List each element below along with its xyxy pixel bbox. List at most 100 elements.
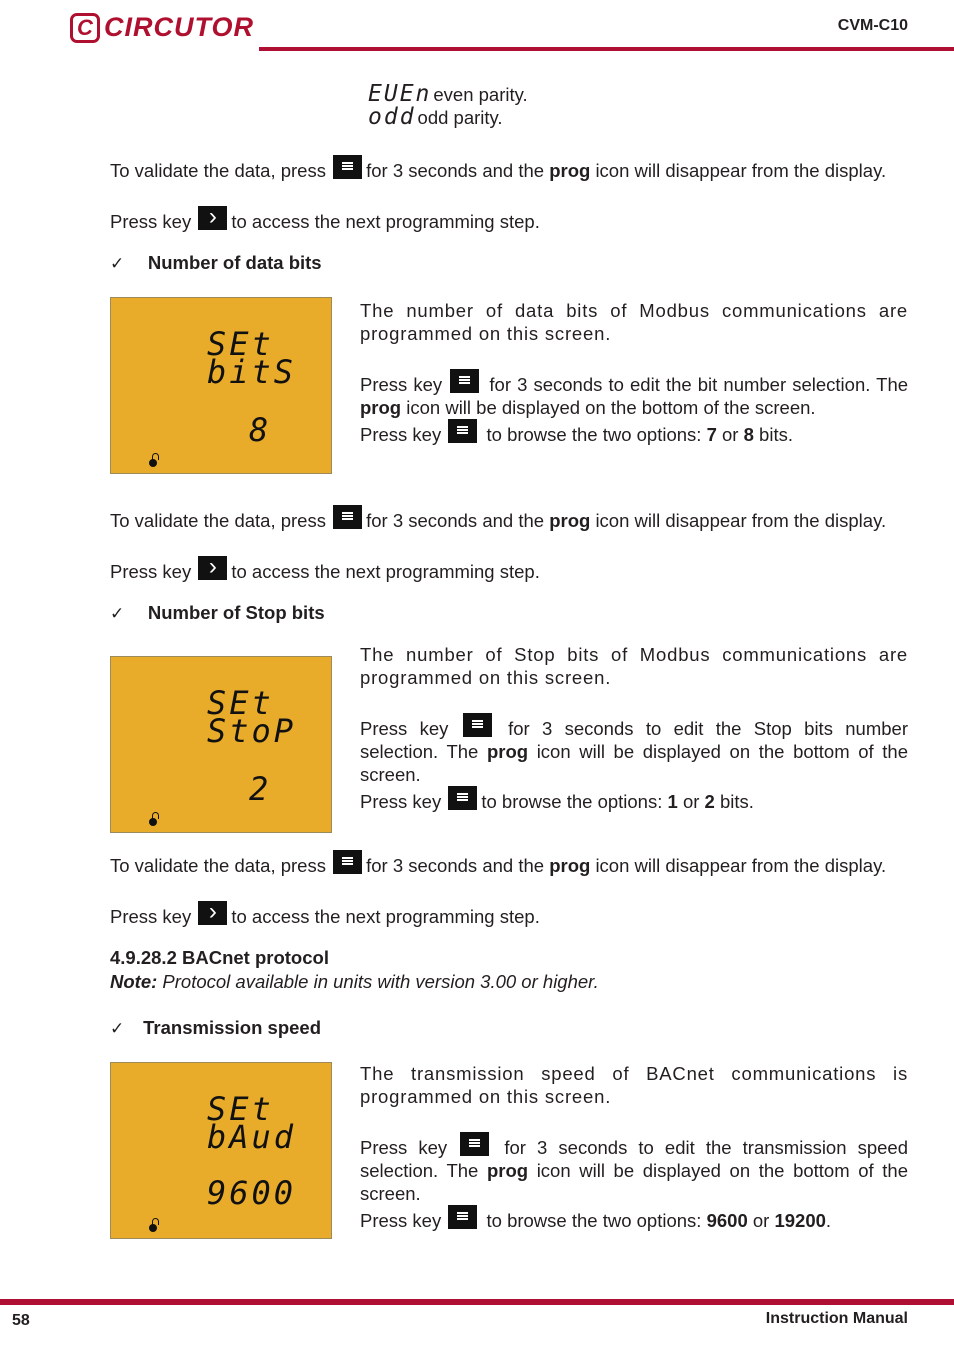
- desc: The number of data bits of Modbus commun…: [360, 300, 908, 344]
- note-text: Protocol available in units with version…: [162, 971, 599, 992]
- section-description: The transmission speed of BACnet communi…: [360, 1062, 908, 1232]
- footer-rule: [0, 1299, 954, 1305]
- prog: prog: [486, 1160, 529, 1181]
- validate-line: To validate the data, press for 3 second…: [110, 505, 886, 532]
- t: Press key: [360, 424, 442, 445]
- desc-browse: Press key to browse the options: 1 or 2 …: [360, 786, 908, 813]
- t: or: [722, 424, 739, 445]
- brand-name: CIRCUTOR: [104, 12, 255, 42]
- t: to browse the two options:: [486, 424, 702, 445]
- note: Note: Protocol available in units with v…: [110, 971, 599, 993]
- prog: prog: [549, 855, 591, 876]
- t: Press key: [110, 906, 192, 927]
- t: Press key: [110, 561, 192, 582]
- t: Press key: [360, 1210, 442, 1231]
- t: for 3 seconds and the: [366, 510, 545, 531]
- t: icon will disappear from the display.: [595, 855, 887, 876]
- t: To validate the data, press: [110, 160, 326, 181]
- lcd-line2: bitS: [207, 353, 297, 391]
- t: or: [682, 791, 700, 812]
- desc: The transmission speed of BACnet communi…: [360, 1063, 908, 1107]
- section-heading: ✓ Number of data bits: [110, 252, 322, 273]
- menu-key-icon: [333, 505, 363, 529]
- next-step-line: Press key to access the next programming…: [110, 203, 540, 233]
- menu-key-icon: [450, 369, 480, 393]
- desc-edit: Press key for 3 seconds to edit the tran…: [360, 1132, 908, 1205]
- t: to access the next programming step.: [231, 906, 540, 927]
- lcd-value: 9600: [207, 1174, 297, 1212]
- t: Press key: [360, 718, 449, 739]
- desc-browse: Press key to browse the two options: 960…: [360, 1205, 908, 1232]
- menu-key-icon: [460, 1132, 490, 1156]
- section-heading: ✓ Transmission speed: [110, 1017, 322, 1038]
- section-description: The number of data bits of Modbus commun…: [360, 299, 908, 446]
- prog: prog: [360, 397, 402, 418]
- desc-edit: Press key for 3 seconds to edit the Stop…: [360, 713, 908, 786]
- logo-icon: C: [70, 12, 100, 43]
- t: .: [825, 1210, 832, 1231]
- section-title: Number of Stop bits: [147, 602, 325, 623]
- desc: The number of Stop bits of Modbus commun…: [360, 644, 908, 688]
- section-description: The number of Stop bits of Modbus commun…: [360, 643, 908, 813]
- t: to browse the two options:: [486, 1210, 702, 1231]
- model-name: CVM-C10: [837, 17, 908, 34]
- t: to access the next programming step.: [231, 211, 540, 232]
- section-title: Transmission speed: [143, 1017, 322, 1038]
- option: 9600: [706, 1210, 748, 1231]
- note-label: Note:: [110, 971, 158, 992]
- t: bits.: [759, 424, 793, 445]
- menu-key-icon: [333, 155, 363, 179]
- lcd-odd: odd: [368, 104, 416, 130]
- t: for 3 seconds to edit the bit number sel…: [489, 374, 909, 395]
- t: for 3 seconds and the: [366, 160, 545, 181]
- next-step-line: Press key to access the next programming…: [110, 553, 540, 583]
- next-step-line: Press key to access the next programming…: [110, 898, 540, 928]
- section-heading: ✓ Number of Stop bits: [110, 602, 325, 623]
- lcd-display: SEt bitS 8: [110, 297, 332, 474]
- lock-icon: [149, 453, 159, 467]
- t: icon will disappear from the display.: [595, 160, 887, 181]
- menu-key-icon: [448, 1205, 478, 1229]
- lcd-display: SEt bAud 9600: [110, 1062, 332, 1239]
- validate-line: To validate the data, press for 3 second…: [110, 155, 886, 182]
- parity-even-text: even parity.: [433, 84, 528, 105]
- lcd-display: SEt StoP 2: [110, 656, 332, 833]
- t: to access the next programming step.: [231, 561, 540, 582]
- page-number: 58: [12, 1312, 30, 1329]
- t: bits.: [719, 791, 754, 812]
- desc-browse: Press key to browse the two options: 7 o…: [360, 419, 908, 446]
- header-rule: [259, 47, 954, 51]
- lcd-line2: StoP: [207, 712, 297, 750]
- parity-odd-text: odd parity.: [417, 107, 503, 128]
- circutor-logo: C CIRCUTOR: [70, 12, 254, 43]
- manual-title: Instruction Manual: [765, 1310, 908, 1327]
- option: 1: [667, 791, 678, 812]
- option: 8: [743, 424, 754, 445]
- t: to browse the options:: [481, 791, 663, 812]
- lcd-line2: bAud: [207, 1118, 297, 1156]
- t: or: [752, 1210, 770, 1231]
- prog: prog: [549, 160, 591, 181]
- next-key-icon: [198, 553, 228, 581]
- t: icon will be displayed on the bottom of …: [406, 397, 816, 418]
- lcd-value: 8: [249, 411, 272, 449]
- desc-edit: Press key for 3 seconds to edit the bit …: [360, 369, 908, 419]
- t: icon will disappear from the display.: [595, 510, 887, 531]
- lcd-value: 2: [249, 770, 272, 808]
- next-key-icon: [198, 203, 228, 231]
- subsection-heading: 4.9.28.2 BACnet protocol: [110, 947, 329, 968]
- menu-key-icon: [448, 419, 478, 443]
- t: for 3 seconds and the: [366, 855, 545, 876]
- lock-icon: [149, 812, 159, 826]
- option: 19200: [774, 1210, 826, 1231]
- menu-key-icon: [462, 713, 492, 737]
- next-key-icon: [198, 898, 228, 926]
- parity-odd: odd odd parity.: [368, 104, 503, 130]
- t: Press key: [360, 1137, 448, 1158]
- t: Press key: [360, 374, 443, 395]
- t: To validate the data, press: [110, 855, 326, 876]
- validate-line: To validate the data, press for 3 second…: [110, 850, 886, 877]
- prog: prog: [549, 510, 591, 531]
- section-title: Number of data bits: [147, 252, 322, 273]
- option: 2: [704, 791, 715, 812]
